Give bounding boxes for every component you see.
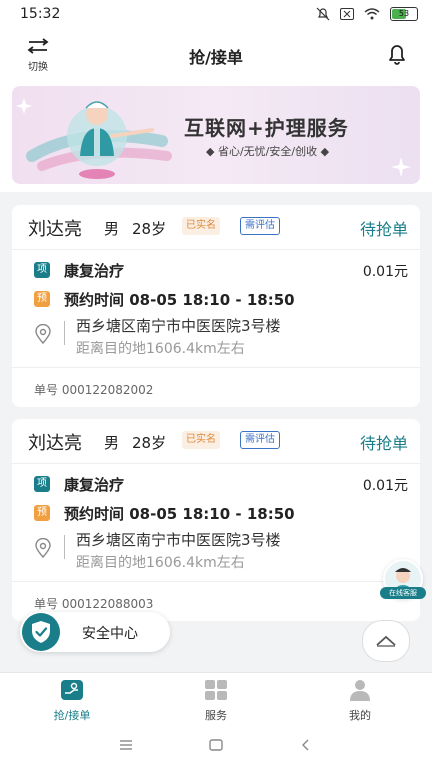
page-title: 抢/接单 <box>189 48 243 67</box>
assess-badge: 需评估 <box>240 217 280 235</box>
patient-name: 刘达亮 <box>28 219 82 240</box>
service-price: 0.01元 <box>362 264 408 280</box>
banner-section: 互联网+护理服务 ◆ 省心/无忧/安全/创收 ◆ <box>0 80 432 192</box>
tab-label: 抢/接单 <box>53 709 91 722</box>
battery-level: 53 <box>398 9 410 18</box>
location-pin-icon <box>35 324 51 344</box>
patient-gender: 男 <box>104 434 120 452</box>
user-icon <box>350 680 370 701</box>
order-status[interactable]: 待抢单 <box>360 216 408 240</box>
safety-center-button[interactable]: 安全中心 <box>20 612 170 652</box>
appointment-time: 预约时间 08-05 18:10 - 18:50 <box>64 291 295 309</box>
divider <box>12 581 420 582</box>
verified-badge: 已实名 <box>182 431 220 449</box>
tab-mine[interactable]: 我的 <box>320 679 400 723</box>
divider <box>12 249 420 250</box>
order-number: 单号 000122082002 <box>34 383 154 397</box>
customer-service-button[interactable]: 在线客服 <box>378 556 432 600</box>
bell-icon <box>389 45 405 65</box>
customer-service-label: 在线客服 <box>380 587 426 599</box>
distance-text: 距离目的地1606.4km左右 <box>76 555 245 571</box>
system-nav-bar <box>0 724 432 768</box>
service-tag: 项 <box>34 262 50 278</box>
tab-grab-order[interactable]: 抢/接单 <box>32 679 112 723</box>
sim-card-icon <box>340 8 354 20</box>
home-icon[interactable] <box>208 738 224 752</box>
shield-check-icon <box>32 621 50 643</box>
status-bar: 15:32 53 <box>0 0 432 30</box>
assess-badge: 需评估 <box>240 431 280 449</box>
divider <box>12 463 420 464</box>
service-tag: 项 <box>34 476 50 492</box>
menu-icon[interactable] <box>118 738 134 752</box>
tab-label: 服务 <box>205 709 227 722</box>
chevron-up-icon <box>376 635 396 647</box>
tab-service[interactable]: 服务 <box>176 679 256 723</box>
nurse-illustration <box>16 98 172 179</box>
scroll-top-button[interactable] <box>362 620 410 662</box>
divider <box>12 367 420 368</box>
battery-icon: 53 <box>390 7 418 21</box>
order-number: 单号 000122088003 <box>34 597 154 611</box>
app-header: 切换 抢/接单 <box>0 30 432 80</box>
location-pin-icon <box>35 538 51 558</box>
appointment-time: 预约时间 08-05 18:10 - 18:50 <box>64 505 295 523</box>
tab-label: 我的 <box>349 709 371 722</box>
mute-bell-icon <box>316 7 330 21</box>
safety-icon-wrap <box>22 613 60 651</box>
service-name: 康复治疗 <box>64 262 125 280</box>
patient-name: 刘达亮 <box>28 433 82 454</box>
banner-subtitle-text: 省心/无忧/安全/创收 <box>217 145 318 158</box>
order-card[interactable]: 刘达亮 男 28岁 已实名 需评估 待抢单 项 康复治疗 0.01元 预 预约时… <box>12 205 420 407</box>
service-price: 0.01元 <box>362 478 408 494</box>
verified-badge: 已实名 <box>182 217 220 235</box>
order-status[interactable]: 待抢单 <box>360 430 408 454</box>
banner-title: 互联网+护理服务 <box>184 116 349 140</box>
grid-icon <box>205 680 227 700</box>
promo-banner[interactable]: 互联网+护理服务 ◆ 省心/无忧/安全/创收 ◆ <box>12 86 420 184</box>
order-card[interactable]: 刘达亮 男 28岁 已实名 需评估 待抢单 项 康复治疗 0.01元 预 预约时… <box>12 419 420 621</box>
service-address: 西乡塘区南宁市中医医院3号楼 <box>76 531 281 549</box>
notifications-button[interactable] <box>386 42 408 70</box>
divider <box>64 321 65 345</box>
status-icons: 53 <box>316 7 418 21</box>
patient-age: 28岁 <box>132 220 167 238</box>
hand-coin-icon <box>61 680 83 700</box>
divider <box>64 535 65 559</box>
sparkle-icon <box>391 157 411 177</box>
back-icon[interactable] <box>298 738 314 752</box>
appointment-tag: 预 <box>34 291 50 307</box>
appointment-tag: 预 <box>34 505 50 521</box>
patient-age: 28岁 <box>132 434 167 452</box>
status-time: 15:32 <box>20 6 61 22</box>
wifi-icon <box>364 8 380 20</box>
safety-center-label: 安全中心 <box>82 626 138 642</box>
tab-bar: 抢/接单 服务 我的 <box>0 672 432 725</box>
banner-subtitle: ◆ 省心/无忧/安全/创收 ◆ <box>206 145 330 158</box>
service-address: 西乡塘区南宁市中医医院3号楼 <box>76 317 281 335</box>
patient-gender: 男 <box>104 220 120 238</box>
distance-text: 距离目的地1606.4km左右 <box>76 341 245 357</box>
service-name: 康复治疗 <box>64 476 125 494</box>
